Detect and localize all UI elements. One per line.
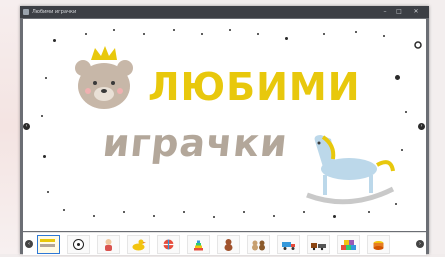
border-dot — [63, 209, 65, 211]
border-dot — [243, 211, 245, 213]
teddies-icon — [252, 240, 265, 251]
thumbnail-slide[interactable] — [367, 235, 390, 254]
slide-title-line2: играчки — [100, 121, 291, 165]
desktop-background — [0, 0, 20, 254]
thumbnail-prev-arrow[interactable]: ‹ — [25, 240, 33, 248]
border-dot — [368, 211, 370, 213]
border-dot — [43, 155, 46, 158]
thumbnail-subtitle-mark — [40, 244, 55, 247]
truck-icon — [282, 242, 295, 250]
border-dot — [303, 211, 305, 213]
border-dot — [323, 33, 325, 35]
border-dot — [355, 31, 357, 33]
thumbnail-slide[interactable] — [307, 235, 330, 254]
border-dot — [85, 33, 87, 35]
previous-slide-button[interactable]: ‹ — [23, 123, 30, 130]
border-dot — [229, 29, 231, 31]
thumbnail-strip: ‹ › — [23, 232, 426, 255]
border-dot — [53, 39, 56, 42]
border-dot — [153, 215, 155, 217]
football-icon — [73, 239, 84, 250]
border-dot — [143, 33, 145, 35]
thumbnail-slide[interactable] — [217, 235, 240, 254]
thumbnail-slide[interactable] — [157, 235, 180, 254]
border-dot — [93, 215, 95, 217]
toy-train-icon — [311, 243, 326, 251]
border-dot — [333, 215, 336, 218]
border-dot — [383, 35, 385, 37]
duck-icon — [132, 239, 146, 251]
presentation-window: Любими играчки – □ ✕ ЛЮБИМИ играчки ‹ › … — [20, 6, 429, 255]
border-dot — [201, 33, 203, 35]
blocks-icon — [341, 240, 356, 250]
settings-ring-icon[interactable] — [414, 41, 422, 49]
thumbnail-slide[interactable] — [277, 235, 300, 254]
thumbnail-next-arrow[interactable]: › — [416, 240, 424, 248]
slide-title-line1: ЛЮБИМИ — [148, 65, 361, 109]
next-slide-button[interactable]: › — [418, 123, 425, 130]
window-title: Любими играчки — [32, 9, 77, 15]
border-dot — [47, 191, 49, 193]
doll-icon — [105, 239, 112, 251]
rocking-horse-icon — [306, 135, 395, 205]
desktop-background-right — [429, 0, 445, 254]
border-dot — [257, 33, 259, 35]
border-dot — [285, 37, 288, 40]
thumbnail-title-slide[interactable] — [37, 235, 60, 254]
stacking-rings-icon — [194, 240, 203, 251]
border-dot — [405, 111, 407, 113]
slide-canvas: ЛЮБИМИ играчки — [23, 19, 426, 231]
border-dot — [123, 211, 125, 213]
border-dot — [183, 211, 185, 213]
border-dot — [213, 216, 215, 218]
border-dot — [401, 149, 403, 151]
thumbnail-slide[interactable] — [247, 235, 270, 254]
drum-icon — [373, 241, 384, 250]
minimize-icon[interactable]: – — [379, 7, 391, 17]
thumbnail-slide[interactable] — [187, 235, 210, 254]
ball-icon — [163, 239, 174, 250]
border-dot — [113, 29, 115, 31]
maximize-icon[interactable]: □ — [393, 7, 405, 17]
border-dot — [45, 77, 47, 79]
bear-with-crown-icon — [75, 46, 133, 109]
thumbnail-slide[interactable] — [97, 235, 120, 254]
thumbnail-slide[interactable] — [127, 235, 150, 254]
border-dot — [173, 29, 175, 31]
teddy-bear-icon — [224, 239, 233, 251]
border-dot — [395, 75, 400, 80]
thumbnail-slide[interactable] — [67, 235, 90, 254]
border-dot — [273, 215, 275, 217]
app-icon — [23, 9, 29, 15]
border-dot — [41, 115, 43, 117]
thumbnail-slide[interactable] — [337, 235, 360, 254]
thumbnail-title-mark — [40, 239, 55, 242]
window-titlebar: Любими играчки – □ ✕ — [20, 6, 429, 18]
close-icon[interactable]: ✕ — [410, 7, 422, 17]
